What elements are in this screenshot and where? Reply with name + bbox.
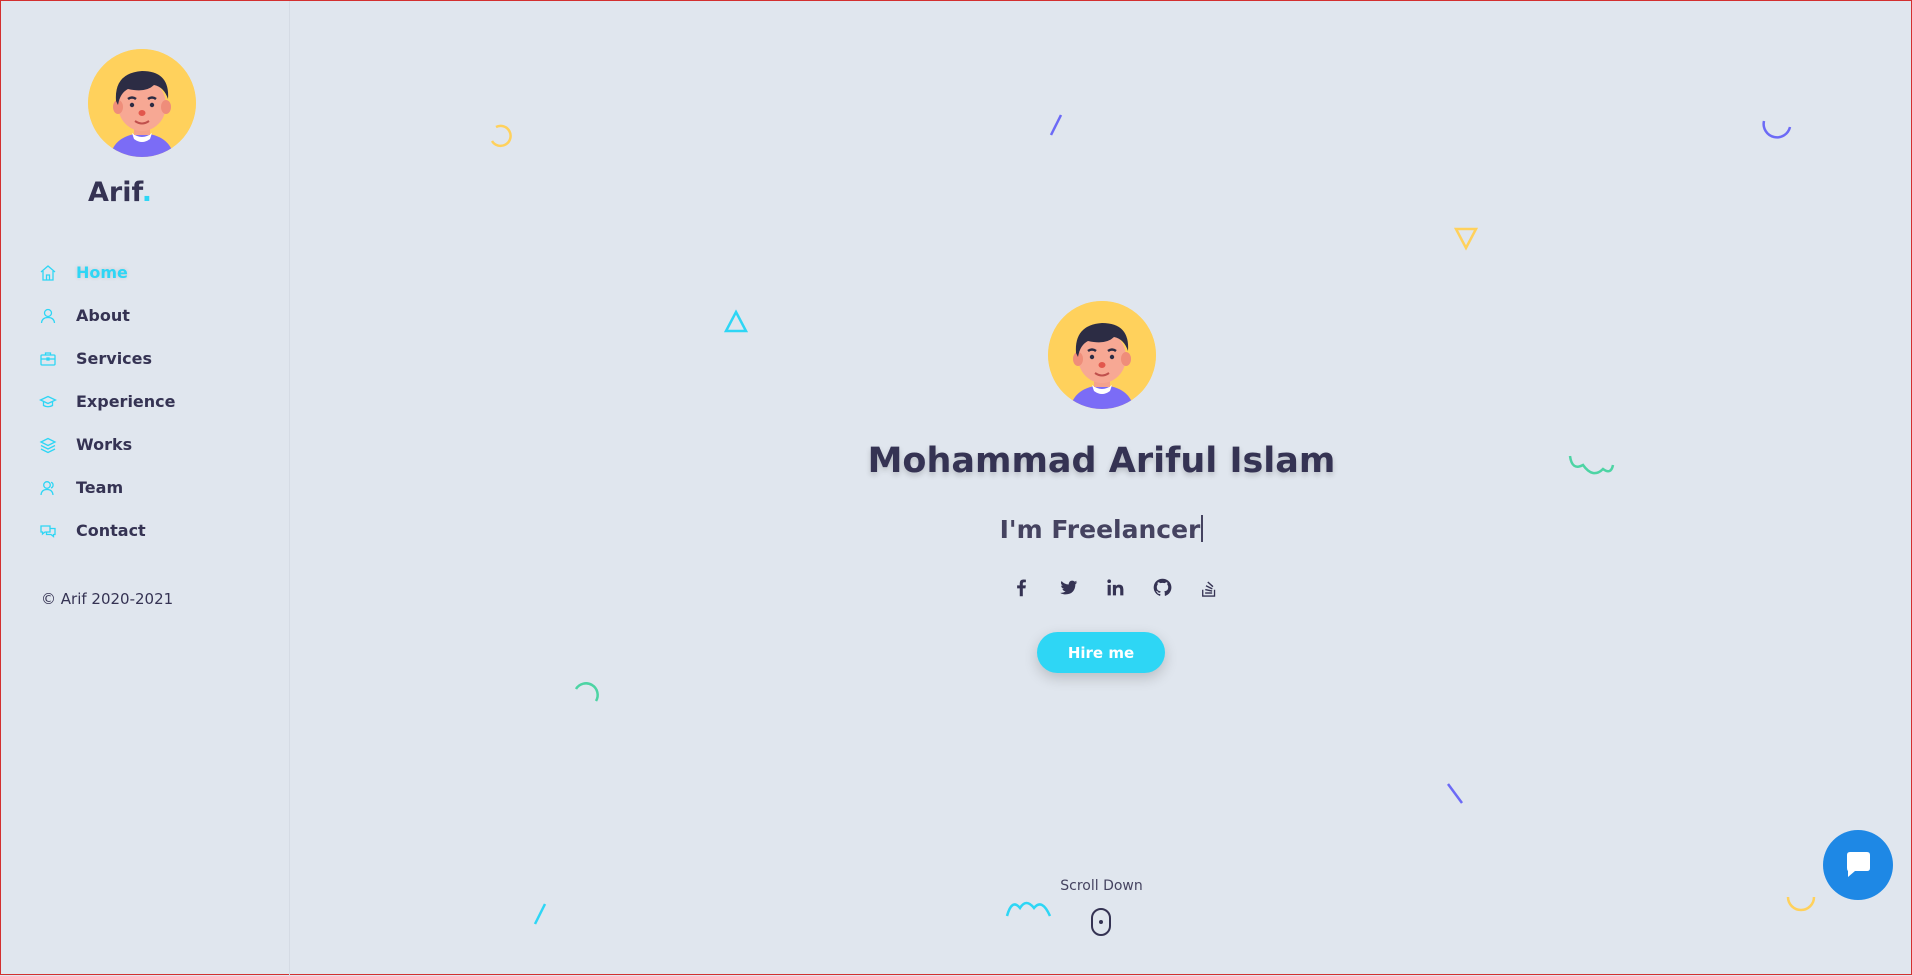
line-shape-icon xyxy=(533,903,547,925)
triangle-down-icon xyxy=(1453,227,1479,251)
nav-item-works[interactable]: Works xyxy=(39,423,176,466)
sidebar-nav: Home About Services Experience Works Tea… xyxy=(39,251,176,552)
brand-logo[interactable]: Arif. xyxy=(88,177,152,208)
home-icon xyxy=(39,264,57,282)
nav-item-about[interactable]: About xyxy=(39,294,176,337)
nav-item-services[interactable]: Services xyxy=(39,337,176,380)
nav-label-about: About xyxy=(76,306,130,325)
nav-item-contact[interactable]: Contact xyxy=(39,509,176,552)
linkedin-icon[interactable] xyxy=(1104,576,1127,599)
team-icon xyxy=(39,479,57,497)
arc-shape-icon xyxy=(1786,896,1816,912)
chat-bubbles-icon xyxy=(39,522,57,540)
line-shape-icon xyxy=(1049,114,1063,136)
avatar-illustration xyxy=(1048,301,1156,409)
nav-label-contact: Contact xyxy=(76,521,146,540)
facebook-icon[interactable] xyxy=(1010,576,1033,599)
scroll-mouse-icon[interactable] xyxy=(1091,908,1111,936)
chat-widget-button[interactable] xyxy=(1823,830,1893,900)
user-icon xyxy=(39,307,57,325)
hero-role-text: I'm Freelancer xyxy=(999,515,1201,544)
nav-label-home: Home xyxy=(76,263,128,282)
sidebar-avatar[interactable] xyxy=(88,49,196,157)
stackoverflow-icon[interactable] xyxy=(1198,576,1221,599)
github-icon[interactable] xyxy=(1151,576,1174,599)
typing-cursor xyxy=(1201,515,1204,542)
layers-icon xyxy=(39,436,57,454)
sidebar: Arif. Home About Services Experience Wor… xyxy=(1,1,290,976)
arc-shape-icon xyxy=(1762,120,1792,139)
briefcase-icon xyxy=(39,350,57,368)
nav-label-services: Services xyxy=(76,349,153,368)
brand-name: Arif xyxy=(88,177,142,208)
graduation-cap-icon xyxy=(39,393,57,411)
arc-shape-icon xyxy=(574,682,599,702)
hero-role: I'm Freelancer xyxy=(290,515,1912,544)
arc-shape-icon xyxy=(490,124,512,148)
nav-item-experience[interactable]: Experience xyxy=(39,380,176,423)
avatar-illustration xyxy=(88,49,196,157)
nav-item-home[interactable]: Home xyxy=(39,251,176,294)
social-links xyxy=(1010,576,1221,599)
line-shape-icon xyxy=(1446,783,1464,804)
copyright-text: © Arif 2020-2021 xyxy=(41,590,174,608)
brand-dot: . xyxy=(141,177,153,208)
main-content: Mohammad Ariful Islam I'm Freelancer Hir… xyxy=(290,1,1912,976)
wave-shape-icon xyxy=(1005,901,1052,917)
chat-icon xyxy=(1847,852,1870,877)
hire-me-button[interactable]: Hire me xyxy=(1037,632,1165,673)
nav-label-experience: Experience xyxy=(76,392,176,411)
hero-avatar xyxy=(1048,301,1156,409)
twitter-icon[interactable] xyxy=(1057,576,1080,599)
scroll-down-label: Scroll Down xyxy=(1060,878,1143,894)
nav-label-team: Team xyxy=(76,478,124,497)
triangle-up-icon xyxy=(723,309,749,333)
nav-item-team[interactable]: Team xyxy=(39,466,176,509)
hero-name: Mohammad Ariful Islam xyxy=(867,441,1336,481)
nav-label-works: Works xyxy=(76,435,133,454)
